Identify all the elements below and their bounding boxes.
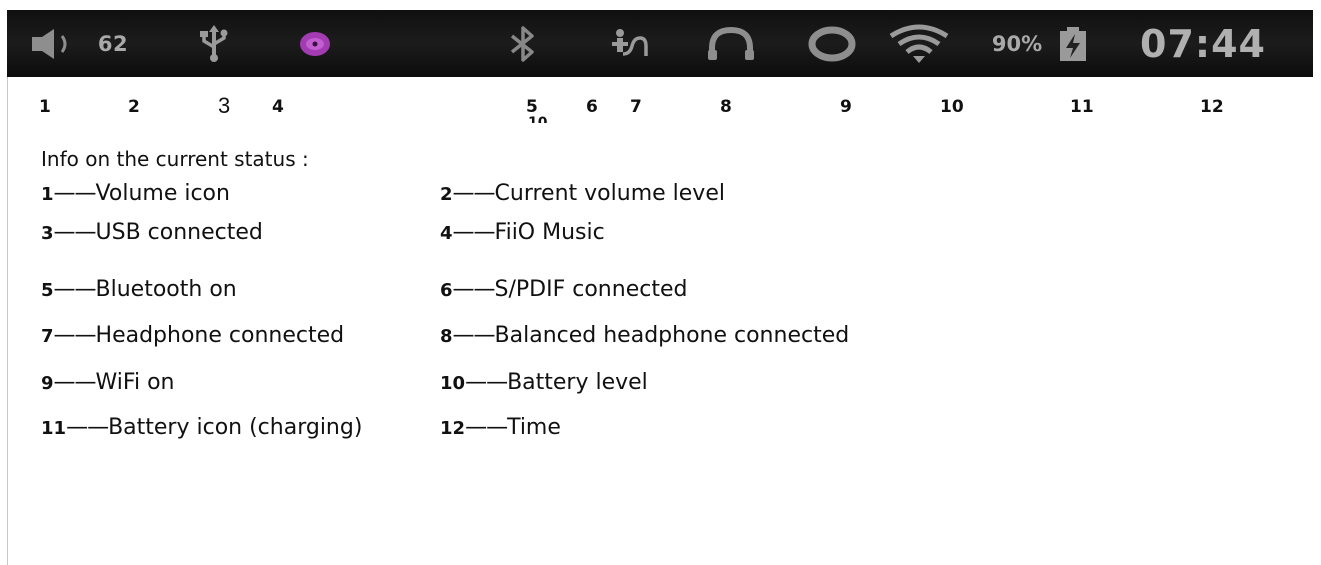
- info-title: Info on the current status :: [41, 147, 309, 171]
- legend-item-4: 4——FiiO Music: [440, 220, 605, 245]
- balanced-headphone-icon[interactable]: [803, 10, 861, 77]
- battery-level: 90%: [991, 31, 1043, 56]
- marker-7: 7: [630, 97, 642, 117]
- volume-level: 62: [97, 31, 129, 56]
- marker-12: 12: [1200, 97, 1224, 117]
- marker-1: 1: [39, 97, 51, 117]
- left-border: [7, 75, 8, 565]
- legend-item-2: 2——Current volume level: [440, 181, 725, 206]
- marker-fragment: 10: [528, 116, 547, 123]
- marker-9: 9: [840, 97, 852, 117]
- marker-6: 6: [586, 97, 598, 117]
- marker-2: 2: [128, 97, 140, 117]
- legend-item-3: 3——USB connected: [41, 220, 263, 245]
- legend-item-6: 6——S/PDIF connected: [440, 277, 688, 302]
- marker-8: 8: [720, 97, 732, 117]
- clock: 07:44: [1140, 21, 1266, 66]
- headphone-icon[interactable]: [701, 10, 761, 77]
- fiio-music-icon[interactable]: [293, 10, 337, 77]
- legend-item-5: 5——Bluetooth on: [41, 277, 237, 302]
- legend-item-9: 9——WiFi on: [41, 370, 175, 395]
- marker-11: 11: [1070, 97, 1094, 117]
- volume-icon[interactable]: [29, 10, 81, 77]
- legend-item-12: 12——Time: [440, 415, 561, 440]
- marker-3: 3: [218, 93, 231, 118]
- bluetooth-icon[interactable]: [501, 10, 545, 77]
- battery-charging-icon[interactable]: [1053, 10, 1093, 77]
- marker-4: 4: [272, 97, 284, 117]
- wifi-icon[interactable]: [885, 10, 953, 77]
- marker-10: 10: [940, 97, 964, 117]
- marker-5: 5: [526, 97, 538, 117]
- legend-item-8: 8——Balanced headphone connected: [440, 323, 850, 348]
- status-bar: 62 90% 07:44: [7, 10, 1313, 77]
- spdif-icon[interactable]: [605, 10, 655, 77]
- legend-item-1: 1——Volume icon: [41, 181, 230, 206]
- legend-item-7: 7——Headphone connected: [41, 323, 345, 348]
- legend-item-10: 10——Battery level: [440, 370, 648, 395]
- usb-icon[interactable]: [193, 10, 235, 77]
- legend-item-11: 11——Battery icon (charging): [41, 415, 363, 440]
